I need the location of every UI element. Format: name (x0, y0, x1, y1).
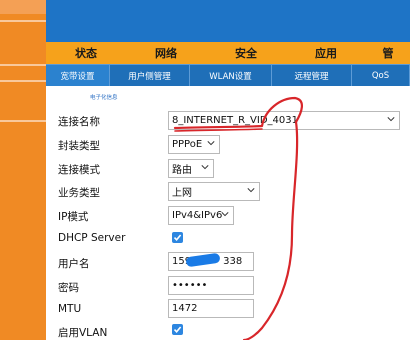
top-header-bar (46, 0, 410, 42)
subtab-wlan[interactable]: WLAN设置 (190, 65, 272, 86)
connection-mode-label: 连接模式 (58, 164, 100, 176)
tab-management[interactable]: 管 (366, 42, 410, 64)
encapsulation-select[interactable]: PPPoE (168, 135, 220, 154)
chevron-down-icon (387, 117, 395, 122)
mtu-value: 1472 (172, 303, 198, 314)
connection-name-value: 8_INTERNET_R_VID_4031 (172, 115, 298, 126)
sidebar-top-strip (0, 0, 46, 14)
subtab-remote[interactable]: 远程管理 (272, 65, 352, 86)
tab-network[interactable]: 网络 (126, 42, 206, 64)
subtab-qos[interactable]: QoS (352, 65, 410, 86)
chevron-down-icon (247, 188, 255, 193)
enable-vlan-label: 启用VLAN (58, 327, 108, 339)
enable-vlan-checkbox[interactable] (172, 324, 183, 335)
page-note: 电子化信息 (90, 95, 118, 101)
mtu-input[interactable]: 1472 (168, 299, 254, 318)
sidebar-divider (0, 120, 46, 122)
left-sidebar (0, 0, 46, 340)
connection-name-label: 连接名称 (58, 116, 100, 128)
chevron-down-icon (221, 212, 229, 217)
sidebar-divider (0, 20, 46, 22)
router-admin-page: 状态 网络 安全 应用 管 宽带设置 用户侧管理 WLAN设置 远程管理 QoS… (0, 0, 410, 340)
ip-mode-value: IPv4&IPv6 (172, 210, 223, 221)
username-label: 用户名 (58, 258, 90, 270)
connection-mode-value: 路由 (172, 165, 192, 176)
encapsulation-label: 封装类型 (58, 140, 100, 152)
service-type-value: 上网 (172, 188, 192, 199)
password-value: •••••• (172, 280, 208, 291)
connection-mode-select[interactable]: 路由 (168, 159, 214, 178)
checkmark-icon (173, 326, 182, 334)
checkmark-icon (173, 234, 182, 242)
main-nav: 状态 网络 安全 应用 管 (46, 42, 410, 64)
sub-nav: 宽带设置 用户侧管理 WLAN设置 远程管理 QoS (46, 64, 410, 86)
mtu-label: MTU (58, 303, 82, 315)
sidebar-divider (0, 80, 46, 82)
tab-security[interactable]: 安全 (206, 42, 286, 64)
subtab-broadband[interactable]: 宽带设置 (46, 65, 110, 86)
service-type-label: 业务类型 (58, 187, 100, 199)
tab-application[interactable]: 应用 (286, 42, 366, 64)
encapsulation-value: PPPoE (172, 139, 203, 150)
dhcp-server-label: DHCP Server (58, 232, 126, 244)
sidebar-divider (0, 64, 46, 66)
subtab-user-side[interactable]: 用户侧管理 (110, 65, 190, 86)
ip-mode-label: IP模式 (58, 211, 89, 223)
password-label: 密码 (58, 282, 79, 294)
connection-name-select[interactable]: 8_INTERNET_R_VID_4031 (168, 111, 400, 130)
service-type-select[interactable]: 上网 (168, 182, 260, 201)
dhcp-server-checkbox[interactable] (172, 232, 183, 243)
username-value-suffix: 338 (223, 256, 243, 267)
chevron-down-icon (207, 141, 215, 146)
password-input[interactable]: •••••• (168, 276, 254, 295)
ip-mode-select[interactable]: IPv4&IPv6 (168, 206, 234, 225)
tab-status[interactable]: 状态 (46, 42, 126, 64)
chevron-down-icon (201, 165, 209, 170)
